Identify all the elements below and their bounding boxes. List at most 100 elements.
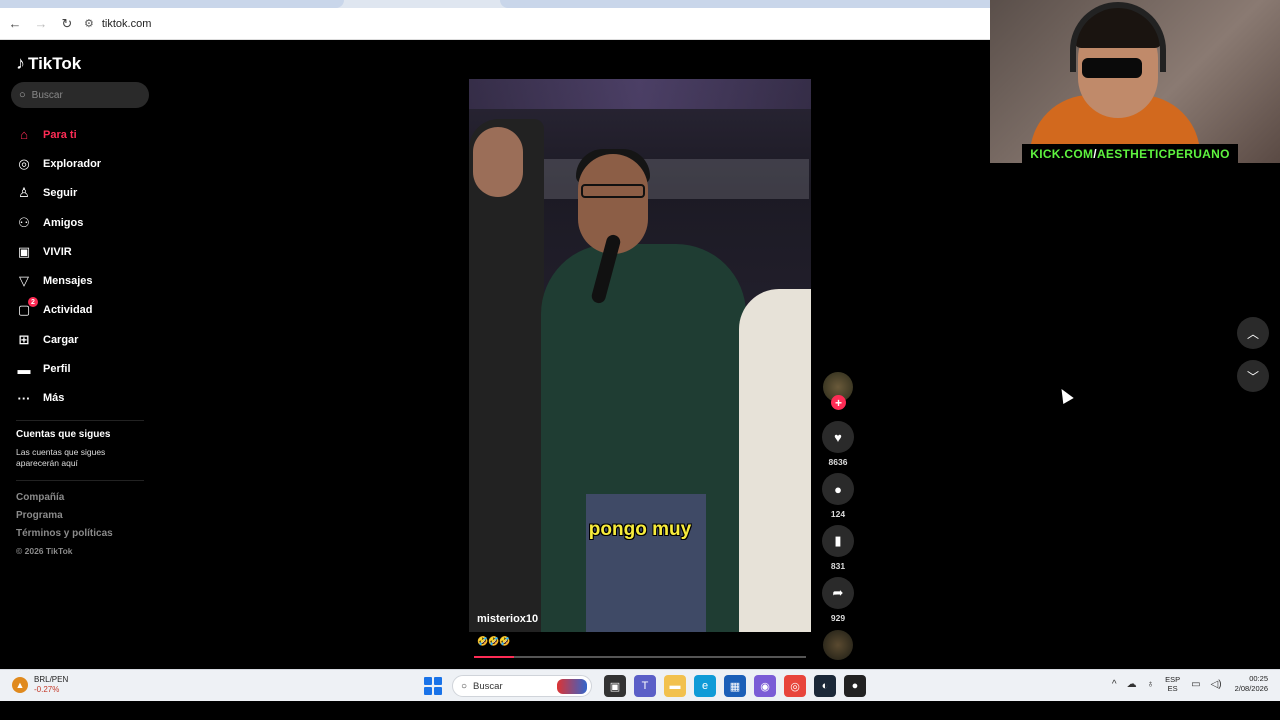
like-count: 8636 xyxy=(828,457,848,467)
sidebar-item-label: Explorador xyxy=(43,157,102,170)
profile-avatar-icon: ▬ xyxy=(17,361,31,377)
video-person-left xyxy=(469,119,544,632)
sidebar-item-label: Perfil xyxy=(43,363,71,376)
onedrive-icon[interactable]: ☁ xyxy=(1127,679,1137,690)
network-icon[interactable]: ▭ xyxy=(1191,679,1200,690)
volume-icon[interactable]: ◁) xyxy=(1211,679,1222,690)
video-scene-ceiling xyxy=(469,79,811,109)
user-follow-icon: ♙ xyxy=(18,185,30,201)
chevron-up-icon[interactable]: ︿ xyxy=(1237,317,1269,349)
following-description: Las cuentas que sigues aparecerán aquí xyxy=(16,447,106,468)
video-progress-bar[interactable] xyxy=(474,656,806,658)
site-info-icon[interactable]: ⚙ xyxy=(84,17,94,30)
language-code: ESP xyxy=(1165,675,1181,684)
store-icon[interactable]: ▦ xyxy=(724,675,746,697)
notification-badge: 2 xyxy=(28,297,38,308)
sidebar-item-live[interactable]: ▣ VIVIR xyxy=(16,237,156,266)
comment-button[interactable]: ● 124 xyxy=(822,473,854,519)
clock[interactable]: 00:25 2/08/2026 xyxy=(1235,674,1268,694)
forward-icon[interactable]: → xyxy=(30,13,52,35)
sidebar-item-friends[interactable]: ⚇ Amigos xyxy=(16,208,156,237)
sidebar-item-home[interactable]: ⌂ Para ti xyxy=(16,120,156,149)
file-explorer-icon[interactable]: ▬ xyxy=(664,675,686,697)
comment-count: 124 xyxy=(830,509,846,519)
music-disc-icon[interactable] xyxy=(823,630,853,660)
reload-icon[interactable]: ↻ xyxy=(56,13,78,35)
sidebar-item-more[interactable]: ··· Más xyxy=(16,384,156,413)
browser-tab[interactable] xyxy=(0,0,344,8)
search-highlight-icon xyxy=(557,679,587,694)
compass-icon: ◎ xyxy=(18,155,30,171)
sidebar-item-user-follow[interactable]: ♙ Seguir xyxy=(16,179,156,208)
following-title: Cuentas que sigues xyxy=(16,429,111,440)
sidebar-item-profile-avatar[interactable]: ▬ Perfil xyxy=(16,354,156,383)
kick-banner-site: KICK.COM xyxy=(1030,146,1094,161)
video-author[interactable]: misteriox10 xyxy=(477,613,538,625)
sidebar-nav: ⌂ Para ti ◎ Explorador ♙ Seguir ⚇ Amigos ▣ VIVIR ▽… xyxy=(16,120,156,413)
divider xyxy=(16,480,144,481)
sidebar-item-label: Más xyxy=(43,392,65,405)
friends-icon: ⚇ xyxy=(18,214,30,230)
save-count: 831 xyxy=(830,561,846,571)
sidebar-item-inbox[interactable]: ▢ 2 Actividad xyxy=(16,296,156,325)
inbox-icon: ▢ 2 xyxy=(16,297,38,318)
browser-tab[interactable] xyxy=(500,0,990,8)
steam-icon[interactable]: ◐ xyxy=(814,675,836,697)
video-description: 🤣🤣🤣 xyxy=(477,636,511,646)
footer-link-program[interactable]: Programa xyxy=(16,510,113,528)
logo-text: TikTok xyxy=(28,53,82,73)
follow-plus-icon[interactable]: + xyxy=(831,395,846,410)
sidebar-item-label: Para ti xyxy=(43,128,77,141)
system-tray: ^ ☁ ♁ ESP ES ▭ ◁) 00:25 2/08/2026 xyxy=(1107,674,1268,694)
taskbar-search[interactable]: ○ Buscar xyxy=(452,675,592,697)
chevron-up-icon[interactable]: ^ xyxy=(1112,679,1117,690)
sidebar-item-send[interactable]: ▽ Mensajes xyxy=(16,266,156,295)
sidebar-item-label: VIVIR xyxy=(43,245,72,258)
footer-link-terms[interactable]: Términos y políticas xyxy=(16,528,113,546)
sidebar-item-compass[interactable]: ◎ Explorador xyxy=(16,149,156,178)
video-person-right xyxy=(739,289,811,632)
discord-icon[interactable]: ◉ xyxy=(754,675,776,697)
footer-links: Compañía Programa Términos y políticas ©… xyxy=(16,492,113,564)
footer-link-company[interactable]: Compañía xyxy=(16,492,113,510)
home-icon: ⌂ xyxy=(20,127,28,143)
mic-icon[interactable]: ♁ xyxy=(1147,679,1155,690)
chevron-down-icon[interactable]: ﹀ xyxy=(1237,360,1269,392)
headset-icon xyxy=(1070,2,1166,72)
market-title: BRL/PEN xyxy=(34,675,69,684)
bookmark-icon: ▮ xyxy=(822,525,854,557)
back-icon[interactable]: ← xyxy=(4,13,26,35)
share-button[interactable]: ➦ 929 xyxy=(822,577,854,623)
video-person-center xyxy=(541,149,746,632)
tiktok-logo[interactable]: ♪ TikTok xyxy=(16,53,81,74)
teams-icon[interactable]: T xyxy=(634,675,656,697)
clock-time: 00:25 xyxy=(1249,674,1268,683)
url-field[interactable]: tiktok.com xyxy=(102,18,152,30)
market-value: -0.27% xyxy=(34,685,60,694)
live-icon: ▣ xyxy=(17,243,31,259)
video-caption: pongo muy xyxy=(588,519,692,540)
search-box[interactable]: ○ xyxy=(11,82,149,108)
chrome-icon[interactable]: ◎ xyxy=(784,675,806,697)
weather-widget[interactable]: ▲ BRL/PEN -0.27% xyxy=(12,675,68,695)
task-view-icon[interactable]: ▣ xyxy=(604,675,626,697)
sidebar-item-upload[interactable]: ⊞ Cargar xyxy=(16,325,156,354)
comment-icon: ● xyxy=(822,473,854,505)
like-button[interactable]: ♥ 8636 xyxy=(822,421,854,467)
tiktok-note-icon: ♪ xyxy=(16,53,25,73)
search-icon: ○ xyxy=(19,89,26,101)
keyboard-code: ES xyxy=(1167,684,1178,693)
kick-banner: KICK.COM / AESTHETICPERUANO xyxy=(1022,144,1238,163)
edge-icon[interactable]: e xyxy=(694,675,716,697)
video-progress-fill xyxy=(474,656,514,658)
game-app-icon[interactable]: ● xyxy=(844,675,866,697)
video-player[interactable]: pongo muy xyxy=(469,79,811,632)
taskbar: ▲ BRL/PEN -0.27% ○ Buscar ▣ T ▬ e ▦ ◉ ◎ … xyxy=(0,669,1280,701)
share-count: 929 xyxy=(830,613,846,623)
copyright: © 2026 TikTok xyxy=(16,546,73,556)
language-indicator[interactable]: ESP ES xyxy=(1165,675,1180,693)
sidebar-item-label: Amigos xyxy=(43,216,84,229)
search-input[interactable] xyxy=(31,89,132,101)
windows-start-icon[interactable] xyxy=(424,677,442,695)
save-button[interactable]: ▮ 831 xyxy=(822,525,854,571)
